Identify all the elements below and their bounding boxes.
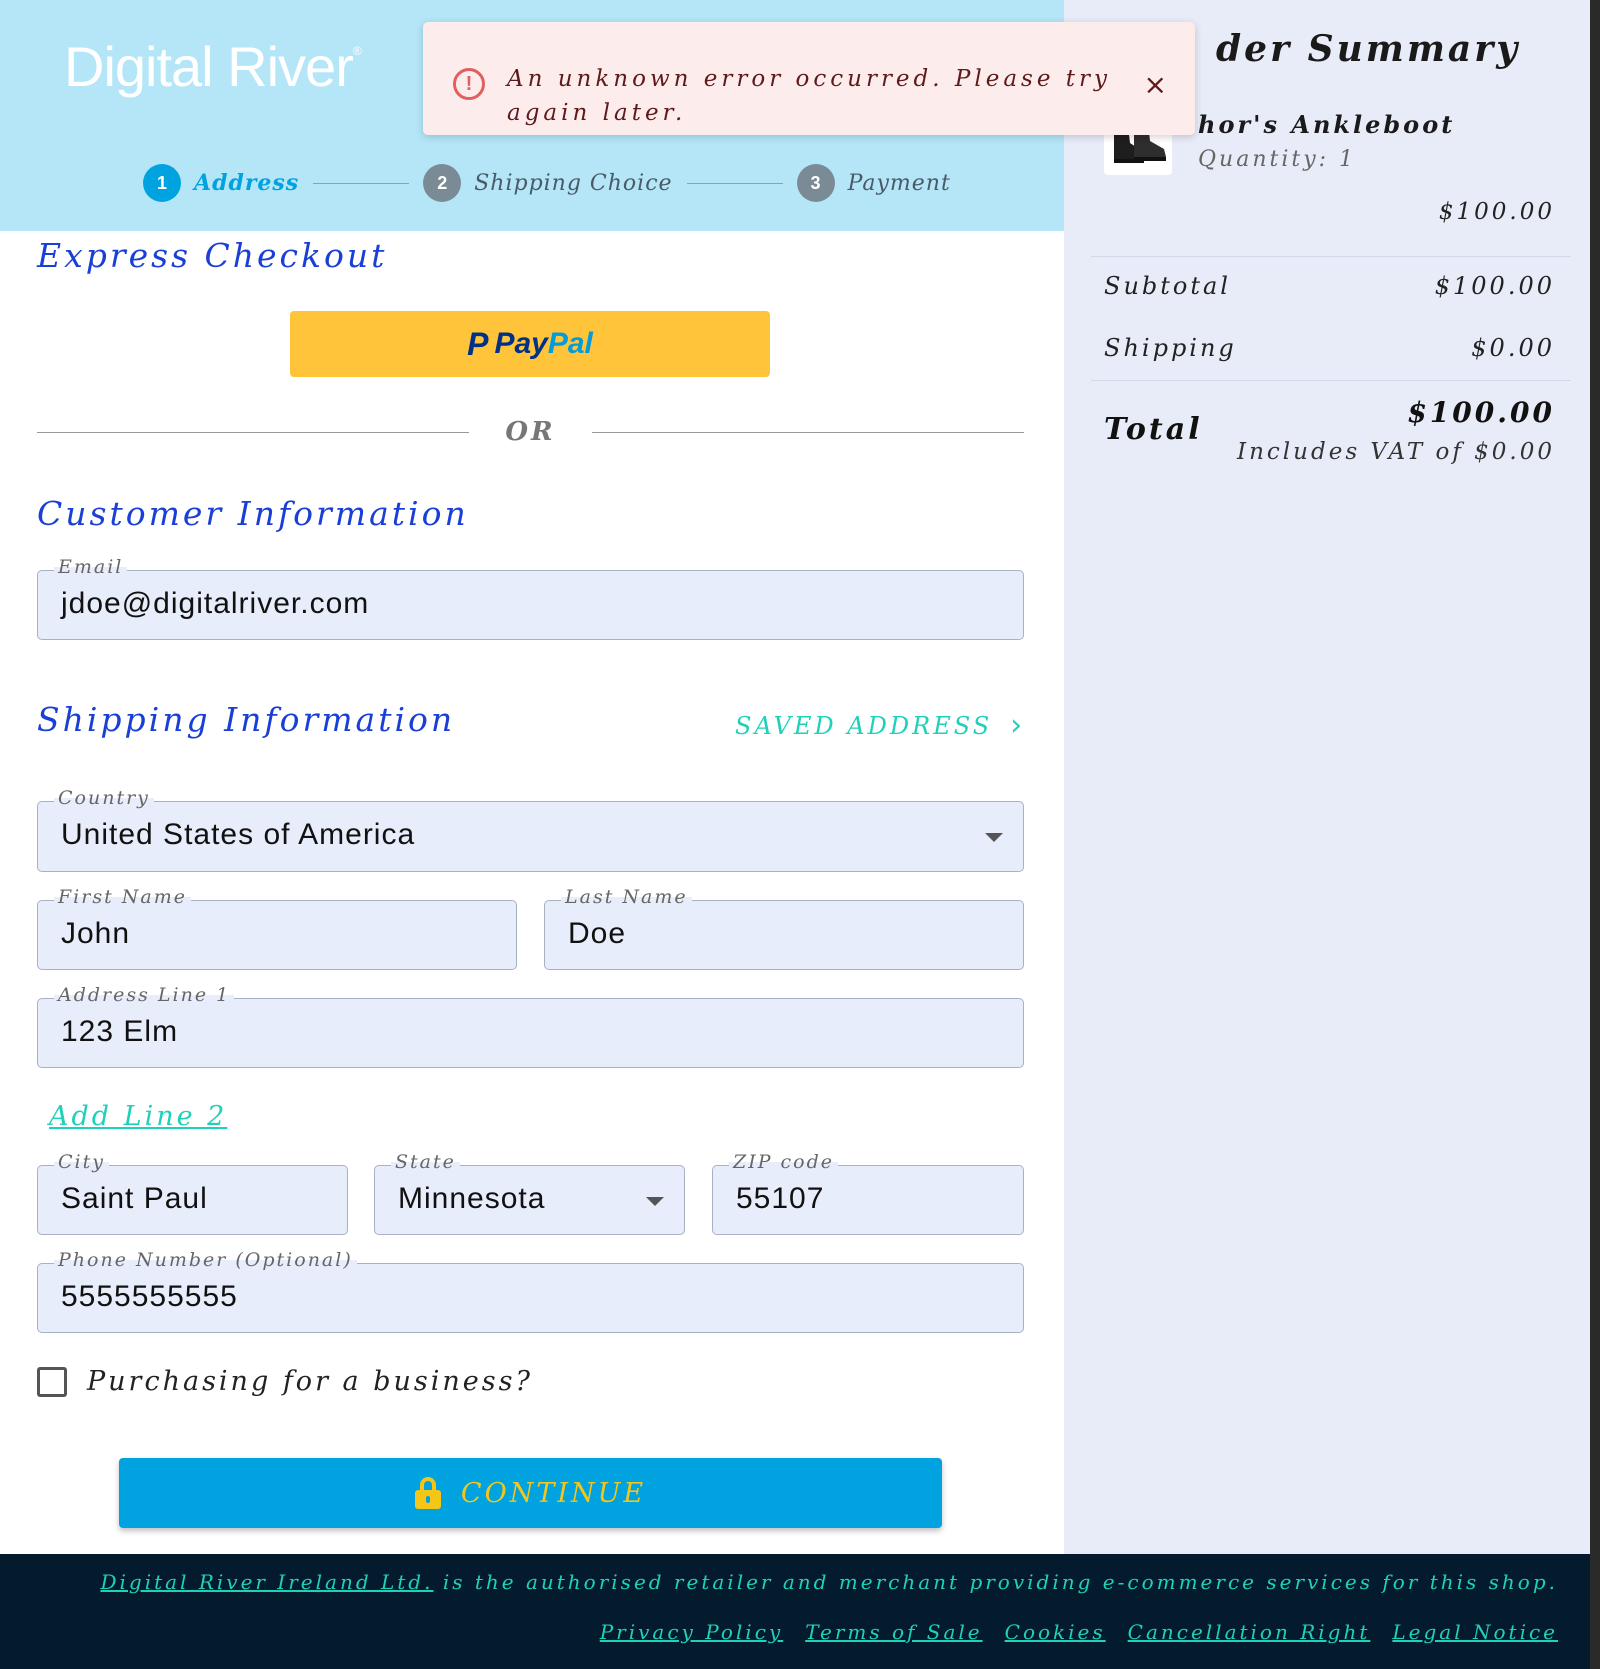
zip-code-field[interactable]: ZIP code 55107 [712, 1151, 1024, 1235]
total-label: Total [1104, 412, 1203, 447]
product-price: $100.00 [1438, 199, 1555, 225]
product-name: hor's Ankleboot [1198, 110, 1456, 139]
first-name-label: First Name [54, 886, 191, 908]
address-line-1-value: 123 Elm [61, 1015, 179, 1048]
step-payment[interactable]: 3 Payment [796, 164, 951, 202]
shipping-value: $0.00 [1471, 334, 1555, 362]
dropdown-arrow-icon [646, 1197, 664, 1206]
continue-button[interactable]: CONTINUE [119, 1458, 942, 1528]
paypal-pay-text: Pay [494, 327, 548, 360]
or-text: OR [505, 417, 556, 447]
product-quantity: Quantity: 1 [1198, 147, 1357, 172]
checkout-main: Digital River® 1 Address 2 Shipping Choi… [0, 0, 1064, 1554]
shipping-information-title: Shipping Information [37, 700, 456, 739]
order-summary-panel [1064, 0, 1600, 1554]
step-number: 2 [423, 164, 462, 202]
checkout-stepper: 1 Address 2 Shipping Choice 3 Payment [143, 163, 951, 203]
dropdown-arrow-icon [985, 833, 1003, 842]
shipping-label: Shipping [1104, 334, 1237, 362]
business-checkbox[interactable] [37, 1366, 67, 1397]
first-name-value: John [61, 917, 131, 950]
last-name-value: Doe [568, 917, 627, 950]
error-message: An unknown error occurred. Please try ag… [507, 66, 1112, 126]
saved-address-link[interactable]: SAVED ADDRESS › [735, 708, 1025, 743]
terms-of-sale-link[interactable]: Terms of Sale [805, 1620, 982, 1644]
error-toast: ! An unknown error occurred. Please try … [423, 22, 1195, 135]
business-purchase-row: Purchasing for a business? [37, 1366, 533, 1397]
retailer-link[interactable]: Digital River Ireland Ltd. [100, 1570, 433, 1594]
email-label: Email [54, 556, 128, 578]
continue-label: CONTINUE [460, 1477, 647, 1509]
saved-address-label: SAVED ADDRESS [735, 711, 993, 740]
state-select[interactable]: State Minnesota [374, 1151, 685, 1235]
city-label: City [54, 1151, 109, 1173]
cancellation-right-link[interactable]: Cancellation Right [1128, 1620, 1371, 1644]
email-field[interactable]: Email jdoe@digitalriver.com [37, 556, 1024, 640]
email-value: jdoe@digitalriver.com [61, 587, 370, 620]
phone-number-label: Phone Number (Optional) [54, 1249, 357, 1271]
summary-divider [1091, 380, 1571, 381]
order-summary-title: der Summary [1216, 28, 1521, 70]
lock-icon [414, 1477, 441, 1509]
state-label: State [391, 1151, 460, 1173]
phone-number-field[interactable]: Phone Number (Optional) 5555555555 [37, 1249, 1024, 1333]
business-checkbox-label[interactable]: Purchasing for a business? [87, 1366, 533, 1397]
step-number: 3 [796, 164, 835, 202]
step-label: Shipping Choice [474, 170, 673, 196]
paypal-icon: P [467, 325, 489, 362]
step-number: 1 [143, 164, 181, 202]
divider-line [37, 431, 470, 433]
address-line-1-field[interactable]: Address Line 1 123 Elm [37, 984, 1024, 1068]
country-label: Country [54, 787, 154, 809]
zip-code-label: ZIP code [729, 1151, 839, 1173]
last-name-field[interactable]: Last Name Doe [544, 886, 1024, 970]
step-label: Payment [847, 170, 951, 196]
retailer-text: is the authorised retailer and merchant … [433, 1570, 1558, 1594]
city-value: Saint Paul [61, 1182, 208, 1215]
step-address[interactable]: 1 Address [143, 164, 299, 202]
express-checkout-title: Express Checkout [37, 236, 388, 275]
legal-notice-link[interactable]: Legal Notice [1392, 1620, 1558, 1644]
footer-links: Privacy Policy Terms of Sale Cookies Can… [600, 1620, 1558, 1644]
paypal-pal-text: Pal [547, 327, 593, 360]
country-select[interactable]: Country United States of America [37, 787, 1024, 872]
or-divider: OR [37, 417, 1025, 447]
paypal-button[interactable]: P Pay Pal [290, 311, 770, 377]
subtotal-value: $100.00 [1434, 272, 1555, 300]
divider-line [591, 431, 1025, 433]
step-connector [686, 182, 783, 184]
summary-divider [1091, 256, 1571, 257]
error-icon: ! [453, 68, 485, 100]
window-edge [1590, 0, 1600, 1669]
digital-river-logo: Digital River® [64, 35, 362, 98]
retailer-notice: Digital River Ireland Ltd. is the author… [100, 1570, 1558, 1594]
state-value: Minnesota [398, 1182, 546, 1215]
address-line-1-label: Address Line 1 [54, 984, 235, 1006]
total-value: $100.00 [1407, 396, 1555, 429]
add-line-2-link[interactable]: Add Line 2 [49, 1101, 227, 1132]
step-label: Address [194, 170, 300, 196]
phone-number-value: 5555555555 [61, 1280, 238, 1313]
chevron-right-icon: › [1010, 708, 1026, 743]
country-value: United States of America [61, 818, 416, 851]
city-field[interactable]: City Saint Paul [37, 1151, 348, 1235]
cookies-link[interactable]: Cookies [1005, 1620, 1106, 1644]
subtotal-label: Subtotal [1104, 272, 1231, 300]
step-connector [313, 182, 410, 184]
vat-note: Includes VAT of $0.00 [1237, 439, 1555, 465]
privacy-policy-link[interactable]: Privacy Policy [600, 1620, 783, 1644]
last-name-label: Last Name [561, 886, 692, 908]
footer: Digital River Ireland Ltd. is the author… [0, 1554, 1600, 1669]
step-shipping-choice[interactable]: 2 Shipping Choice [423, 164, 672, 202]
close-icon[interactable]: × [1144, 68, 1167, 101]
customer-information-title: Customer Information [37, 494, 469, 533]
first-name-field[interactable]: First Name John [37, 886, 517, 970]
zip-code-value: 55107 [736, 1182, 825, 1215]
